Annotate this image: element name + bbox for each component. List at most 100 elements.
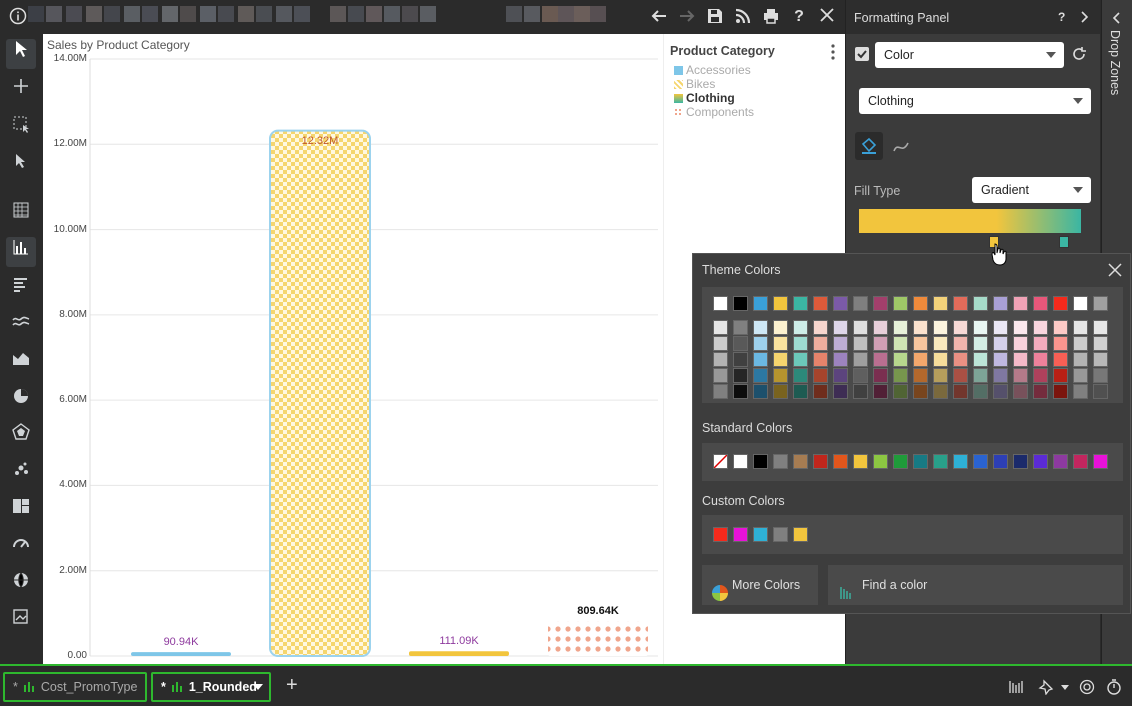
arrow-right-icon[interactable] xyxy=(677,7,697,27)
theme-color-shade[interactable] xyxy=(813,320,828,335)
fill-tab[interactable] xyxy=(855,132,883,160)
theme-color-shade[interactable] xyxy=(813,336,828,351)
theme-color-shade[interactable] xyxy=(753,384,768,399)
gauge-chart-icon[interactable] xyxy=(6,533,36,563)
theme-color-shade[interactable] xyxy=(953,320,968,335)
theme-color-shade[interactable] xyxy=(733,384,748,399)
grid-chart-icon[interactable] xyxy=(6,200,36,230)
bar-clothing[interactable] xyxy=(409,651,509,656)
theme-color-shade[interactable] xyxy=(713,384,728,399)
custom-color-swatch[interactable] xyxy=(773,527,788,542)
theme-color-shade[interactable] xyxy=(933,352,948,367)
theme-color-shade[interactable] xyxy=(913,320,928,335)
chevron-left-icon[interactable] xyxy=(1112,11,1122,28)
theme-color-shade[interactable] xyxy=(733,320,748,335)
member-select[interactable]: Clothing xyxy=(859,88,1091,114)
theme-color-shade[interactable] xyxy=(1073,336,1088,351)
theme-color-shade[interactable] xyxy=(773,352,788,367)
save-icon[interactable] xyxy=(705,7,725,27)
theme-color-shade[interactable] xyxy=(713,320,728,335)
standard-color-swatch[interactable] xyxy=(753,454,768,469)
pointer-select-icon[interactable] xyxy=(6,39,36,69)
theme-color-shade[interactable] xyxy=(933,384,948,399)
theme-color-shade[interactable] xyxy=(893,384,908,399)
theme-color-shade[interactable] xyxy=(953,368,968,383)
theme-color-shade[interactable] xyxy=(1033,352,1048,367)
theme-color-swatch[interactable] xyxy=(853,296,868,311)
chevron-down-icon[interactable] xyxy=(253,684,263,690)
custom-color-swatch[interactable] xyxy=(753,527,768,542)
standard-color-swatch[interactable] xyxy=(993,454,1008,469)
standard-color-swatch[interactable] xyxy=(1033,454,1048,469)
close-icon[interactable] xyxy=(817,7,837,27)
theme-color-shade[interactable] xyxy=(1033,384,1048,399)
theme-color-swatch[interactable] xyxy=(913,296,928,311)
map-chart-icon[interactable] xyxy=(6,570,36,600)
theme-color-shade[interactable] xyxy=(793,368,808,383)
theme-color-shade[interactable] xyxy=(913,336,928,351)
theme-color-swatch[interactable] xyxy=(1053,296,1068,311)
theme-color-shade[interactable] xyxy=(733,352,748,367)
theme-color-shade[interactable] xyxy=(893,352,908,367)
no-color-swatch[interactable] xyxy=(713,454,728,469)
theme-color-shade[interactable] xyxy=(993,352,1008,367)
theme-color-swatch[interactable] xyxy=(1073,296,1088,311)
theme-color-shade[interactable] xyxy=(853,384,868,399)
theme-color-shade[interactable] xyxy=(753,320,768,335)
theme-color-shade[interactable] xyxy=(1053,368,1068,383)
legend-item-components[interactable]: Components xyxy=(674,105,754,119)
reset-icon[interactable] xyxy=(1071,46,1087,65)
arrow-left-icon[interactable] xyxy=(649,7,669,27)
standard-color-swatch[interactable] xyxy=(953,454,968,469)
theme-color-shade[interactable] xyxy=(1013,336,1028,351)
theme-color-shade[interactable] xyxy=(1053,384,1068,399)
theme-color-shade[interactable] xyxy=(1093,368,1108,383)
theme-color-shade[interactable] xyxy=(873,352,888,367)
theme-color-shade[interactable] xyxy=(833,352,848,367)
scatter-chart-icon[interactable] xyxy=(6,459,36,489)
theme-color-shade[interactable] xyxy=(953,352,968,367)
theme-color-swatch[interactable] xyxy=(733,296,748,311)
standard-color-swatch[interactable] xyxy=(1073,454,1088,469)
theme-color-shade[interactable] xyxy=(773,384,788,399)
theme-color-shade[interactable] xyxy=(1033,336,1048,351)
theme-color-shade[interactable] xyxy=(833,384,848,399)
theme-color-shade[interactable] xyxy=(773,368,788,383)
theme-color-shade[interactable] xyxy=(853,352,868,367)
theme-color-shade[interactable] xyxy=(993,336,1008,351)
theme-color-shade[interactable] xyxy=(1013,384,1028,399)
theme-color-swatch[interactable] xyxy=(893,296,908,311)
help-button[interactable]: ? xyxy=(789,7,809,27)
standard-color-swatch[interactable] xyxy=(853,454,868,469)
theme-color-swatch[interactable] xyxy=(953,296,968,311)
standard-color-swatch[interactable] xyxy=(1013,454,1028,469)
theme-color-shade[interactable] xyxy=(993,320,1008,335)
theme-color-shade[interactable] xyxy=(973,336,988,351)
theme-color-swatch[interactable] xyxy=(993,296,1008,311)
theme-color-swatch[interactable] xyxy=(1093,296,1108,311)
theme-color-shade[interactable] xyxy=(993,368,1008,383)
bar-accessories[interactable] xyxy=(131,652,231,656)
standard-color-swatch[interactable] xyxy=(733,454,748,469)
chevron-right-icon[interactable] xyxy=(1080,10,1090,27)
theme-color-swatch[interactable] xyxy=(753,296,768,311)
gradient-stop-end[interactable] xyxy=(1059,236,1069,248)
standard-color-swatch[interactable] xyxy=(973,454,988,469)
custom-visual-icon[interactable] xyxy=(6,607,36,637)
theme-color-shade[interactable] xyxy=(1053,320,1068,335)
theme-color-shade[interactable] xyxy=(773,320,788,335)
more-colors-button[interactable]: More Colors xyxy=(702,565,818,605)
pie-chart-icon[interactable] xyxy=(6,385,36,415)
custom-color-swatch[interactable] xyxy=(713,527,728,542)
theme-color-shade[interactable] xyxy=(1093,336,1108,351)
theme-color-shade[interactable] xyxy=(1053,336,1068,351)
theme-color-shade[interactable] xyxy=(913,368,928,383)
marquee-select-icon[interactable] xyxy=(6,114,36,144)
theme-color-shade[interactable] xyxy=(1073,384,1088,399)
fill-type-select[interactable]: Gradient xyxy=(972,177,1091,203)
standard-color-swatch[interactable] xyxy=(813,454,828,469)
theme-color-shade[interactable] xyxy=(973,384,988,399)
theme-color-shade[interactable] xyxy=(873,336,888,351)
theme-color-shade[interactable] xyxy=(953,336,968,351)
theme-color-shade[interactable] xyxy=(853,336,868,351)
